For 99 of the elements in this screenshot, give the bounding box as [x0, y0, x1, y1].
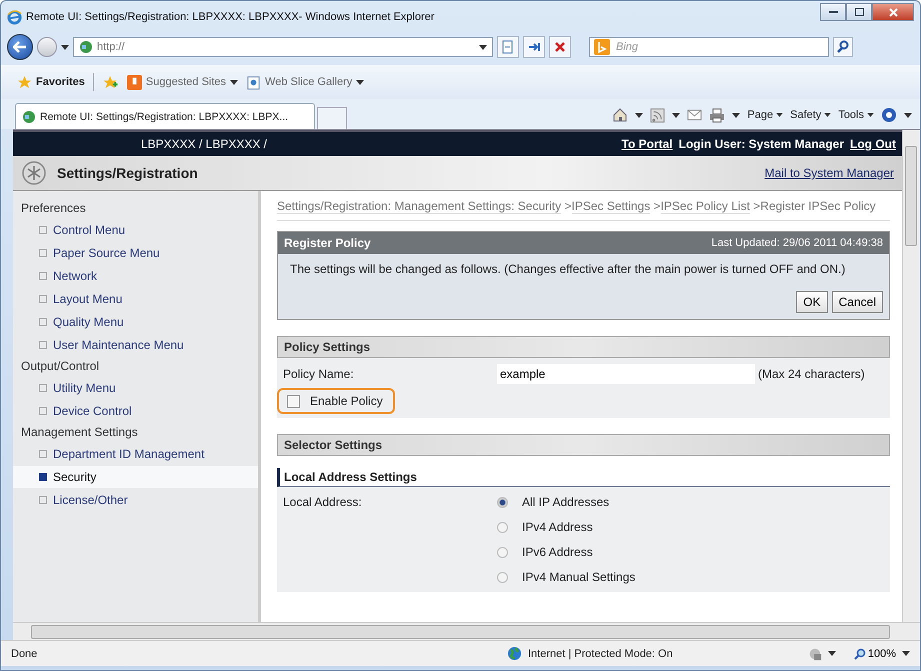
caret-icon[interactable]	[902, 651, 910, 656]
browser-tab[interactable]: Remote UI: Settings/Registration: LBPXXXX: LBPX...	[15, 103, 315, 129]
browser-logo-icon	[7, 10, 22, 24]
page-icon	[79, 40, 93, 54]
caret-icon[interactable]	[904, 112, 912, 118]
caret-icon[interactable]	[479, 44, 487, 50]
field-label: Policy Name:	[283, 367, 355, 381]
radio-button[interactable]	[497, 546, 508, 558]
caret-icon[interactable]	[61, 44, 69, 50]
maximize-icon	[854, 8, 864, 16]
radio-label: IPv4 Manual Settings	[522, 570, 636, 584]
checkbox[interactable]	[287, 394, 300, 408]
radio-label: IPv4 Address	[522, 520, 593, 534]
sidebar-item[interactable]: License/Other	[13, 489, 258, 511]
panel-message: The settings will be changed as follows. (Changes effective after the main power is turned OFF and ON.)	[290, 262, 846, 277]
favorites-link[interactable]: Web Slice Gallery	[246, 74, 364, 90]
zoom-button[interactable]: 100%	[854, 648, 896, 660]
status-text: Done	[11, 648, 38, 660]
last-updated: Last Updated: 29/06 2011 04:49:38	[711, 237, 883, 249]
window-title: Remote UI: Settings/Registration: LBPXXXX: LBPXXXX- Windows Internet Explorer	[26, 11, 434, 23]
sidebar-item[interactable]: Device Control	[13, 400, 258, 422]
dialog-button[interactable]: Cancel	[832, 291, 883, 313]
favorites-link[interactable]: Suggested Sites	[126, 74, 238, 90]
command-menu[interactable]: Tools	[838, 109, 874, 121]
caret-icon[interactable]	[828, 651, 836, 656]
mail-icon[interactable]	[687, 109, 702, 121]
caret-icon	[824, 113, 832, 117]
breadcrumb-link[interactable]: IPSec Policy List	[660, 199, 750, 214]
page-title: Settings/Registration	[57, 165, 198, 181]
sidebar-item[interactable]: Layout Menu	[13, 288, 258, 310]
star-icon	[17, 74, 32, 90]
back-button[interactable]	[7, 34, 33, 60]
section-header: Selector Settings	[277, 434, 890, 456]
sidebar-item[interactable]: Control Menu	[13, 219, 258, 241]
field-hint: (Max 24 characters)	[758, 367, 865, 381]
minimize-icon	[828, 10, 838, 14]
caret-icon	[356, 80, 364, 84]
sidebar-item[interactable]: Department ID Management	[13, 443, 258, 465]
sidebar-item[interactable]: Paper Source Menu	[13, 242, 258, 264]
login-user: Login User: System Manager	[678, 137, 844, 151]
sidebar-item[interactable]: Security	[13, 466, 258, 488]
breadcrumb: Settings/Registration: Management Settings: Security >IPSec Settings >IPSec Policy List >Register IPSec Policy	[277, 199, 890, 221]
caret-icon	[776, 113, 784, 117]
mail-link[interactable]: Mail to System Manager	[764, 166, 894, 180]
caret-icon	[867, 113, 874, 117]
caret-icon[interactable]	[672, 112, 680, 118]
maximize-button[interactable]	[846, 3, 872, 21]
sidebar-group-heading: Management Settings	[20, 424, 139, 441]
settings-icon	[21, 160, 47, 186]
caret-icon[interactable]	[635, 112, 644, 118]
sidebar-item[interactable]: Utility Menu	[13, 377, 258, 399]
caret-icon	[230, 80, 238, 84]
policy-name-field[interactable]: example	[497, 364, 755, 384]
radio-label: All IP Addresses	[522, 495, 610, 509]
globe-icon	[507, 646, 522, 661]
dialog-button[interactable]: OK	[796, 291, 828, 313]
section-header: Policy Settings	[277, 336, 890, 358]
home-icon[interactable]	[612, 107, 628, 123]
caret-icon[interactable]	[732, 112, 740, 118]
back-arrow-icon	[13, 41, 27, 53]
feeds-icon[interactable]	[650, 108, 666, 122]
compatibility-icon[interactable]	[497, 36, 519, 58]
checkbox-label: Enable Policy	[310, 394, 383, 408]
radio-button[interactable]	[497, 572, 508, 582]
stop-icon[interactable]	[549, 36, 571, 58]
vertical-scrollbar[interactable]	[902, 130, 920, 622]
address-field[interactable]: http://	[73, 37, 493, 57]
logout-link[interactable]: Log Out	[850, 137, 896, 151]
sites-icon	[126, 74, 142, 90]
add-favorite-icon[interactable]	[102, 74, 119, 90]
page-icon	[22, 110, 36, 124]
portal-link[interactable]: To Portal	[622, 137, 673, 151]
search-icon[interactable]	[833, 37, 853, 57]
close-icon	[888, 8, 898, 16]
print-icon[interactable]	[709, 108, 726, 122]
command-menu[interactable]: Safety	[790, 109, 832, 121]
sidebar-group-heading: Preferences	[20, 200, 87, 217]
breadcrumb-link[interactable]: IPSec Settings	[572, 199, 650, 214]
horizontal-scrollbar[interactable]	[13, 622, 920, 640]
sidebar-item[interactable]: User Maintenance Menu	[13, 334, 258, 356]
favorites-button[interactable]: Favorites	[17, 74, 85, 90]
security-zone: Internet | Protected Mode: On	[528, 648, 673, 660]
radio-label: IPv6 Address	[522, 545, 593, 559]
device-name: LBPXXXX / LBPXXXX /	[140, 137, 268, 151]
search-provider-icon	[594, 39, 610, 55]
close-button[interactable]	[872, 3, 914, 21]
radio-button[interactable]	[497, 496, 508, 508]
magnifier-icon	[854, 648, 866, 660]
minimize-button[interactable]	[820, 3, 846, 21]
sidebar-item[interactable]: Quality Menu	[13, 311, 258, 333]
field-label: Local Address:	[283, 495, 363, 511]
command-menu[interactable]: Page	[747, 109, 784, 121]
web-slice-icon	[246, 74, 262, 90]
sidebar-item[interactable]: Network	[13, 265, 258, 287]
sidebar-group-heading: Output/Control	[20, 358, 100, 375]
panel-title: Register Policy	[284, 236, 371, 250]
breadcrumb-link[interactable]: Settings/Registration: Management Settings: Security	[277, 199, 562, 214]
help-icon[interactable]	[881, 107, 897, 123]
radio-button[interactable]	[497, 522, 508, 532]
